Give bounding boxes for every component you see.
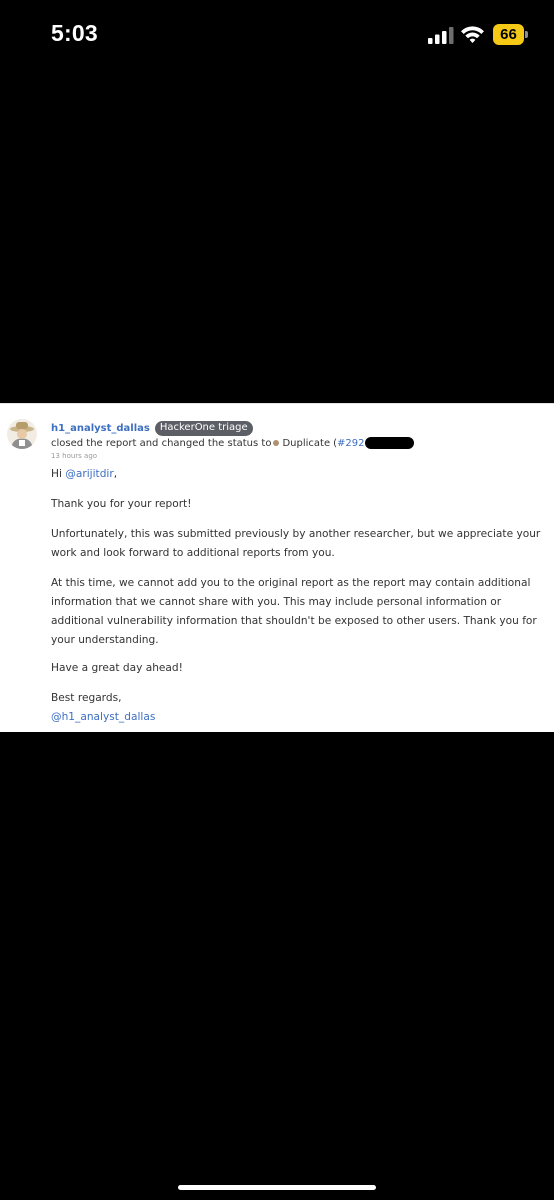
battery-cap bbox=[525, 31, 528, 38]
battery-icon: 66 bbox=[493, 24, 528, 45]
redaction-mark bbox=[365, 437, 415, 449]
role-badge: HackerOne triage bbox=[154, 421, 253, 436]
comment-header: h1_analyst_dallas HackerOne triage bbox=[51, 420, 253, 437]
status-change-line: closed the report and changed the status… bbox=[51, 436, 415, 450]
duplicate-status-dot-icon bbox=[273, 440, 280, 446]
status-bar: 5:03 66 bbox=[0, 0, 554, 70]
message-unfortunately: Unfortunately, this was submitted previo… bbox=[51, 528, 541, 559]
greeting-suffix: , bbox=[113, 468, 118, 480]
analyst-avatar bbox=[7, 419, 37, 449]
signal-icon bbox=[428, 27, 454, 44]
panel-divider bbox=[0, 403, 554, 404]
signature: @h1_analyst_dallas bbox=[51, 708, 541, 727]
greeting-prefix: Hi bbox=[51, 468, 66, 480]
signature-mention-link[interactable]: @h1_analyst_dallas bbox=[51, 711, 155, 723]
status-time: 5:03 bbox=[51, 20, 98, 46]
reporter-mention-link[interactable]: @arijitdir bbox=[65, 468, 113, 480]
message-at-this-time: At this time, we cannot add you to the o… bbox=[51, 577, 537, 646]
author-name-link[interactable]: h1_analyst_dallas bbox=[51, 423, 150, 434]
message-thanks: Thank you for your report! bbox=[51, 498, 192, 510]
duplicate-report-link[interactable]: #292 bbox=[337, 438, 364, 449]
status-label: Duplicate bbox=[282, 437, 331, 449]
sign-off: Best regards, bbox=[51, 692, 122, 704]
wifi-icon bbox=[461, 26, 484, 43]
report-comment-panel: h1_analyst_dallas HackerOne triage close… bbox=[0, 403, 554, 732]
battery-level: 66 bbox=[493, 24, 524, 45]
message-have-a-great-day: Have a great day ahead! bbox=[51, 662, 183, 674]
home-indicator[interactable] bbox=[178, 1185, 376, 1190]
greeting: Hi @arijitdir, bbox=[51, 465, 541, 484]
action-text: closed the report and changed the status… bbox=[51, 437, 272, 449]
comment-timestamp: 13 hours ago bbox=[51, 452, 98, 460]
